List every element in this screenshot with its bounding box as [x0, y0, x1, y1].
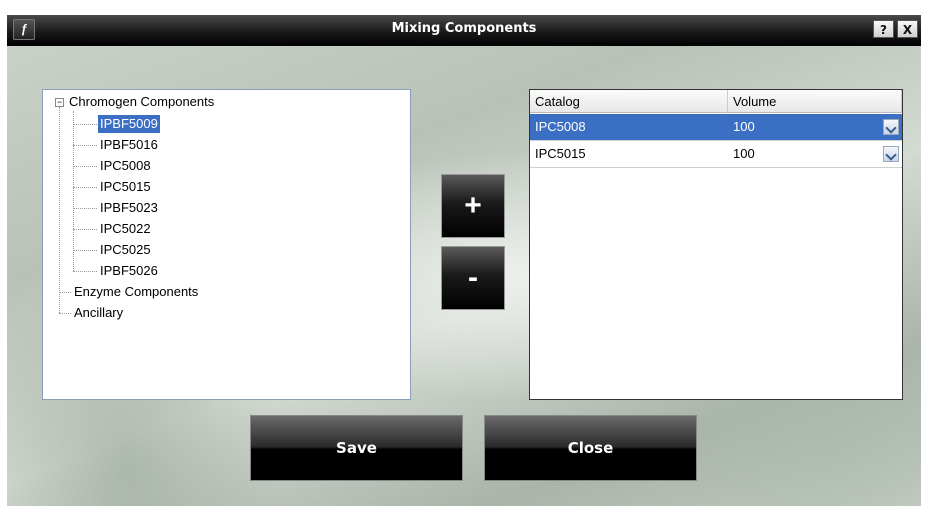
title-bar[interactable]: ƒ Mixing Components ? X — [7, 15, 921, 46]
tree-line — [73, 187, 97, 188]
close-button[interactable]: Close — [485, 416, 696, 480]
tree-node-ipbf5016[interactable]: IPBF5016 — [100, 136, 158, 154]
selected-components-grid[interactable]: Catalog Volume IPC5008 100 IPC5015 100 — [529, 89, 903, 400]
volume-value: 100 — [733, 119, 755, 134]
tree-node-ipc5022[interactable]: IPC5022 — [100, 220, 151, 238]
table-row[interactable]: IPC5015 100 — [530, 141, 902, 168]
tree-line — [73, 145, 97, 146]
volume-cell[interactable]: 100 — [728, 141, 902, 167]
tree-line — [73, 250, 97, 251]
volume-cell[interactable]: 100 — [728, 114, 902, 140]
tree-node-ipbf5023[interactable]: IPBF5023 — [100, 199, 158, 217]
tree-node-enzyme-components[interactable]: Enzyme Components — [74, 283, 198, 301]
remove-component-button[interactable]: - — [442, 247, 504, 309]
collapse-icon[interactable]: − — [55, 98, 64, 107]
catalog-cell[interactable]: IPC5015 — [530, 141, 728, 167]
add-component-button[interactable]: + — [442, 175, 504, 237]
tree-line — [59, 292, 71, 293]
tree-line — [73, 111, 74, 271]
column-header-volume[interactable]: Volume — [728, 90, 902, 113]
tree-node-ipc5015[interactable]: IPC5015 — [100, 178, 151, 196]
chevron-down-icon[interactable] — [883, 119, 899, 135]
column-header-catalog[interactable]: Catalog — [530, 90, 728, 113]
tree-node-ipbf5026[interactable]: IPBF5026 — [100, 262, 158, 280]
tree-line — [73, 229, 97, 230]
window-title: Mixing Components — [391, 21, 537, 36]
chevron-down-icon[interactable] — [883, 146, 899, 162]
tree-node-ipc5008[interactable]: IPC5008 — [100, 157, 151, 175]
tree-node-ancillary[interactable]: Ancillary — [74, 304, 123, 322]
tree-node-ipc5025[interactable]: IPC5025 — [100, 241, 151, 259]
tree-line — [73, 166, 97, 167]
dialog-body: − Chromogen Components IPBF5009 IPBF5016… — [7, 46, 921, 506]
tree-node-ipbf5009[interactable]: IPBF5009 — [98, 115, 160, 133]
tree-node-chromogen-components[interactable]: Chromogen Components — [69, 93, 214, 111]
save-button[interactable]: Save — [251, 416, 462, 480]
mixing-components-window: ƒ Mixing Components ? X − Chromogen Comp… — [0, 0, 928, 506]
tree-line — [59, 107, 60, 313]
tree-line — [73, 208, 97, 209]
tree-line — [59, 313, 71, 314]
catalog-cell[interactable]: IPC5008 — [530, 114, 728, 140]
components-tree[interactable]: − Chromogen Components IPBF5009 IPBF5016… — [42, 89, 411, 400]
close-window-button[interactable]: X — [897, 20, 918, 38]
table-row[interactable]: IPC5008 100 — [530, 114, 902, 141]
volume-value: 100 — [733, 146, 755, 161]
tree-line — [73, 271, 97, 272]
tree-line — [73, 124, 97, 125]
help-button[interactable]: ? — [873, 20, 894, 38]
